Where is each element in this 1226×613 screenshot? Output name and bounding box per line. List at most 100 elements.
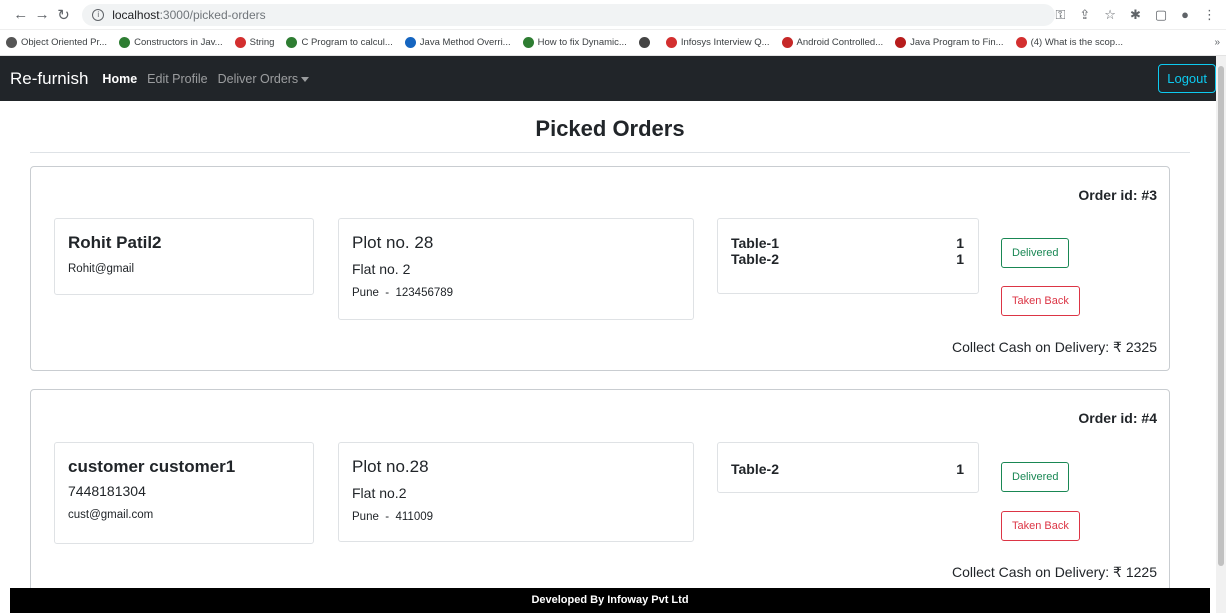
bookmark-favicon-icon — [234, 37, 246, 48]
address-city-pin: Pune - 411009 — [352, 511, 693, 523]
bookmark-item[interactable]: Constructors in Jav... — [119, 37, 223, 48]
divider — [30, 152, 1190, 153]
address-separator: - — [385, 511, 390, 523]
item-qty: 1 — [956, 251, 964, 267]
address-card: Plot no. 28 Flat no. 2 Pune - 123456789 — [338, 218, 694, 320]
back-arrow-icon[interactable]: ← — [10, 6, 31, 23]
bookmark-label: Android Controlled... — [796, 37, 884, 48]
address-separator: - — [385, 287, 390, 299]
bookmark-item[interactable]: Infosys Interview Q... — [665, 37, 770, 48]
bookmark-favicon-icon — [638, 37, 650, 48]
bookmarks-more-icon[interactable]: » — [1214, 37, 1220, 48]
bookmark-favicon-icon — [6, 37, 17, 48]
bookmark-label: Java Program to Fin... — [910, 37, 1004, 48]
collect-cash-text: Collect Cash on Delivery: ₹ 1225 — [951, 564, 1157, 580]
taken-back-button[interactable]: Taken Back — [1001, 286, 1080, 316]
address-city: Pune — [352, 287, 379, 299]
address-pin: 411009 — [395, 511, 434, 523]
bookmark-label: How to fix Dynamic... — [537, 37, 627, 48]
bookmark-label: String — [249, 37, 275, 48]
profile-icon[interactable]: ● — [1181, 7, 1189, 23]
item-qty: 1 — [956, 461, 964, 477]
customer-card: Rohit Patil2 Rohit@gmail — [54, 218, 314, 295]
bookmark-label: Constructors in Jav... — [134, 37, 223, 48]
menu-icon[interactable]: ⋮ — [1203, 7, 1216, 23]
bookmark-favicon-icon — [522, 37, 534, 48]
customer-name: Rohit Patil2 — [68, 233, 162, 252]
share-icon[interactable]: ⇪ — [1079, 7, 1090, 23]
customer-email: Rohit@gmail — [68, 263, 135, 275]
reload-icon[interactable]: ↻ — [53, 6, 74, 24]
bookmark-label: (4) What is the scop... — [1030, 37, 1123, 48]
list-item: Table-2 1 — [731, 251, 964, 267]
address-pin: 123456789 — [395, 287, 454, 299]
address-bar[interactable]: i localhost :3000/picked-orders — [82, 3, 1056, 26]
forward-arrow-icon[interactable]: → — [31, 6, 52, 23]
taken-back-button[interactable]: Taken Back — [1001, 511, 1080, 541]
items-card: Table-2 1 — [717, 442, 979, 493]
order-card: Order id: #4 customer customer1 74481813… — [30, 389, 1170, 588]
list-item: Table-1 1 — [731, 235, 964, 251]
customer-name: customer customer1 — [68, 457, 236, 476]
bookmark-favicon-icon — [286, 37, 298, 48]
customer-email: cust@gmail.com — [68, 509, 154, 521]
extensions-icon[interactable]: ✱ — [1130, 7, 1141, 23]
url-path: :3000/picked-orders — [159, 7, 266, 22]
bookmark-item[interactable]: Java Program to Fin... — [895, 37, 1004, 48]
bookmark-label: Infosys Interview Q... — [680, 37, 770, 48]
star-icon[interactable]: ☆ — [1104, 7, 1116, 23]
scrollbar-thumb[interactable] — [1218, 66, 1224, 566]
app-navbar: Re-furnish Home Edit Profile Deliver Ord… — [0, 56, 1226, 101]
caret-down-icon — [301, 76, 310, 82]
bookmark-item[interactable]: Android Controlled... — [781, 37, 884, 48]
nav-home[interactable]: Home — [102, 72, 137, 86]
main-content: Picked Orders Order id: #3 Rohit Patil2 … — [10, 101, 1210, 588]
customer-card: customer customer1 7448181304 cust@gmail… — [54, 442, 314, 544]
url-host: localhost — [112, 7, 160, 22]
order-id: Order id: #4 — [1078, 410, 1157, 426]
page-title: Picked Orders — [535, 116, 685, 141]
address-line2: Flat no.2 — [352, 485, 407, 501]
order-id: Order id: #3 — [1078, 187, 1157, 203]
bookmark-favicon-icon — [404, 37, 416, 48]
nav-deliver-orders-label: Deliver Orders — [217, 71, 299, 86]
address-city: Pune — [352, 511, 379, 523]
customer-phone: 7448181304 — [68, 483, 146, 499]
address-city-pin: Pune - 123456789 — [352, 287, 693, 299]
collect-cash-text: Collect Cash on Delivery: ₹ 2325 — [951, 339, 1157, 355]
bookmark-item[interactable]: (4) What is the scop... — [1015, 37, 1123, 48]
footer: Developed By Infoway Pvt Ltd — [10, 588, 1210, 613]
delivered-button[interactable]: Delivered — [1001, 238, 1070, 268]
delivered-button[interactable]: Delivered — [1001, 462, 1070, 492]
bookmark-label: C Program to calcul... — [301, 37, 393, 48]
bookmark-item[interactable]: Java Method Overri... — [404, 37, 511, 48]
item-name: Table-2 — [731, 461, 779, 477]
bookmark-item[interactable]: C Program to calcul... — [286, 37, 393, 48]
bookmark-favicon-icon — [895, 37, 907, 48]
window-icon[interactable]: ▢ — [1155, 7, 1167, 23]
bookmark-label: Java Method Overri... — [419, 37, 511, 48]
bookmark-favicon-icon — [119, 37, 131, 48]
bookmark-item[interactable]: Object Oriented Pr... — [6, 37, 107, 48]
scrollbar[interactable] — [1216, 56, 1226, 613]
browser-toolbar: ← → ↻ i localhost :3000/picked-orders ⚿ … — [0, 0, 1226, 30]
nav-edit-profile[interactable]: Edit Profile — [147, 72, 207, 86]
nav-deliver-orders[interactable]: Deliver Orders — [218, 72, 310, 86]
address-line1: Plot no. 28 — [352, 233, 434, 252]
bookmark-item[interactable] — [638, 37, 654, 48]
order-card: Order id: #3 Rohit Patil2 Rohit@gmail Pl… — [30, 166, 1170, 371]
bookmark-favicon-icon — [665, 37, 677, 48]
brand-logo[interactable]: Re-furnish — [10, 69, 88, 89]
bookmark-item[interactable]: String — [234, 37, 275, 48]
list-item: Table-2 1 — [731, 461, 964, 477]
bookmark-item[interactable]: How to fix Dynamic... — [522, 37, 627, 48]
item-name: Table-1 — [731, 235, 779, 251]
info-icon[interactable]: i — [92, 8, 105, 21]
bookmark-favicon-icon — [1015, 37, 1027, 48]
address-card: Plot no.28 Flat no.2 Pune - 411009 — [338, 442, 694, 542]
item-qty: 1 — [956, 235, 964, 251]
address-line1: Plot no.28 — [352, 457, 429, 476]
address-line2: Flat no. 2 — [352, 261, 411, 277]
logout-button[interactable]: Logout — [1158, 64, 1216, 93]
key-icon[interactable]: ⚿ — [1055, 7, 1065, 23]
